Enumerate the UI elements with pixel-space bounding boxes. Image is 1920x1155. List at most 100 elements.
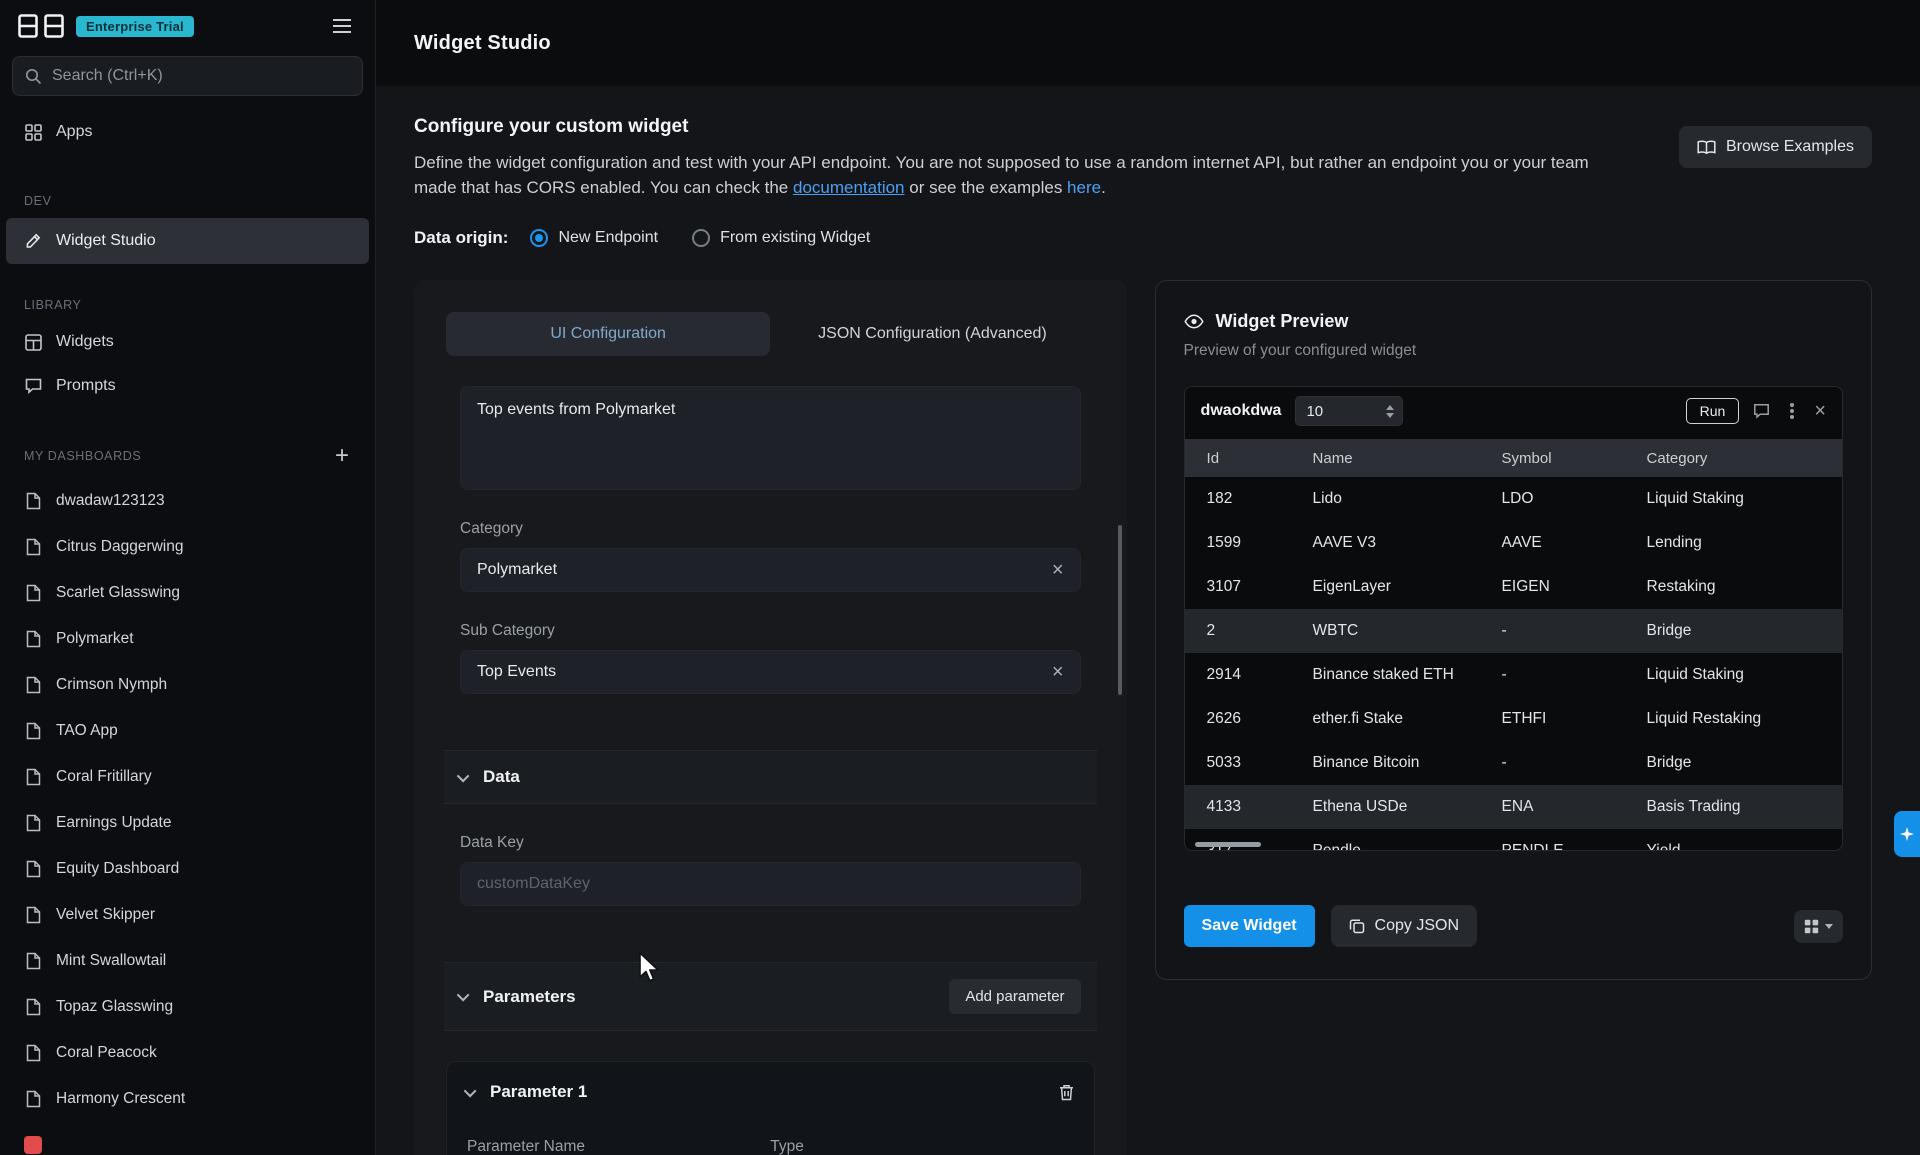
table-row[interactable]: 182LidoLDOLiquid Staking [1185, 477, 1842, 521]
widget-name: dwaokdwa [1201, 402, 1282, 420]
dashboard-label: Earnings Update [56, 814, 171, 832]
table-row[interactable]: 1599AAVE V3AAVELending [1185, 521, 1842, 565]
kebab-menu-icon[interactable] [1790, 409, 1794, 413]
menu-icon[interactable] [329, 15, 355, 37]
sidebar-item-widgets[interactable]: Widgets [0, 320, 375, 364]
parameter-1-header[interactable]: Parameter 1 [461, 1062, 1080, 1118]
sidebar-dashboard-item[interactable]: Crimson Nymph [0, 662, 375, 708]
table-row[interactable]: 2914Binance staked ETH-Liquid Staking [1185, 653, 1842, 697]
subcategory-label: Sub Category [460, 622, 1081, 640]
feedback-icon[interactable] [1753, 403, 1770, 419]
run-button[interactable]: Run [1686, 398, 1740, 424]
topbar: Widget Studio [376, 0, 1920, 86]
count-input[interactable]: 10 [1295, 396, 1403, 426]
dashboard-label: Topaz Glasswing [56, 998, 173, 1016]
table-row[interactable]: 5033Binance Bitcoin-Bridge [1185, 741, 1842, 785]
column-header: Id [1185, 439, 1291, 477]
search-input[interactable]: Search (Ctrl+K) [12, 56, 363, 96]
dashboard-label: Polymarket [56, 630, 134, 648]
intro-description: Define the widget configuration and test… [414, 150, 1604, 200]
parameters-section-header[interactable]: Parameters Add parameter [444, 962, 1097, 1031]
save-widget-button[interactable]: Save Widget [1184, 905, 1315, 947]
clear-icon[interactable]: × [1052, 560, 1064, 580]
sidebar-dashboard-item[interactable]: Velvet Skipper [0, 892, 375, 938]
radio-from-existing-widget[interactable]: From existing Widget [692, 229, 870, 247]
sidebar-dashboard-item[interactable]: Citrus Daggerwing [0, 524, 375, 570]
page-title: Widget Studio [414, 32, 551, 55]
data-key-input[interactable]: customDataKey [460, 862, 1081, 906]
sidebar-dashboard-item[interactable]: Equity Dashboard [0, 846, 375, 892]
sidebar-dashboard-item[interactable]: TAO App [0, 708, 375, 754]
delete-parameter-icon[interactable] [1059, 1084, 1074, 1101]
sidebar-dashboard-item[interactable]: Mint Swallowtail [0, 938, 375, 984]
preview-table-head-row: IdNameSymbolCategory [1185, 439, 1842, 477]
subcategory-input[interactable]: Top Events × [460, 650, 1081, 694]
close-icon[interactable]: × [1814, 401, 1826, 421]
table-row[interactable]: 2WBTC-Bridge [1185, 609, 1842, 653]
category-input[interactable]: Polymarket × [460, 548, 1081, 592]
main: Widget Studio Configure your custom widg… [376, 0, 1920, 1155]
file-icon [24, 906, 42, 924]
copy-json-button[interactable]: Copy JSON [1331, 905, 1477, 947]
sparkle-icon [1900, 827, 1914, 841]
description-textarea[interactable]: Top events from Polymarket [460, 386, 1081, 490]
preview-actions: Save Widget Copy JSON [1184, 905, 1843, 947]
data-origin-row: Data origin: New Endpoint From existing … [414, 228, 1872, 248]
layout-options-button[interactable] [1794, 910, 1843, 943]
sidebar-dashboard-item[interactable]: Coral Peacock [0, 1030, 375, 1076]
file-icon [24, 538, 42, 556]
table-scrollbar[interactable] [1195, 842, 1261, 847]
config-scrollbar[interactable] [1118, 525, 1122, 695]
radio-new-endpoint[interactable]: New Endpoint [530, 229, 658, 247]
table-row[interactable]: 2626ether.fi StakeETHFILiquid Restaking [1185, 697, 1842, 741]
table-row[interactable]: 317PendlePENDLEYield [1185, 829, 1842, 851]
widget-studio-label: Widget Studio [56, 232, 156, 250]
file-icon [24, 860, 42, 878]
widget-toolbar: dwaokdwa 10 Run × [1185, 387, 1842, 435]
add-parameter-button[interactable]: Add parameter [949, 979, 1080, 1014]
sidebar-dashboard-item[interactable]: Scarlet Glasswing [0, 570, 375, 616]
sidebar-dashboard-item[interactable]: Polymarket [0, 616, 375, 662]
data-section-header[interactable]: Data [444, 750, 1097, 804]
examples-link[interactable]: here [1067, 178, 1101, 197]
tab-json-configuration[interactable]: JSON Configuration (Advanced) [770, 312, 1094, 356]
sidebar-dashboard-item[interactable]: Harmony Crescent [0, 1076, 375, 1122]
sidebar-item-apps[interactable]: Apps [0, 110, 375, 154]
dashboard-label: Crimson Nymph [56, 676, 167, 694]
sidebar-dashboard-item[interactable]: Topaz Glasswing [0, 984, 375, 1030]
sidebar-dashboard-item[interactable]: Earnings Update [0, 800, 375, 846]
sidebar-dashboard-item-partial[interactable] [0, 1122, 375, 1155]
sidebar-item-prompts[interactable]: Prompts [0, 364, 375, 408]
sidebar-item-widget-studio[interactable]: Widget Studio [6, 218, 369, 264]
stepper-icon[interactable] [1386, 405, 1394, 418]
column-header: Symbol [1480, 439, 1625, 477]
table-row[interactable]: 4133Ethena USDeENABasis Trading [1185, 785, 1842, 829]
tab-ui-configuration[interactable]: UI Configuration [446, 312, 770, 356]
book-icon [1697, 140, 1716, 155]
assistant-fab-button[interactable] [1894, 811, 1920, 857]
eye-icon [1184, 314, 1204, 329]
red-file-icon [24, 1136, 42, 1154]
preview-title: Widget Preview [1216, 311, 1349, 332]
apps-label: Apps [56, 123, 92, 141]
widgets-label: Widgets [56, 333, 114, 351]
add-dashboard-button[interactable]: + [335, 444, 349, 468]
radio-selected-icon [530, 229, 548, 247]
data-origin-label: Data origin: [414, 228, 508, 248]
dashboard-label: dwadaw123123 [56, 492, 165, 510]
chevron-down-icon [457, 989, 470, 1002]
section-label-dev: DEV [0, 194, 375, 208]
sidebar-dashboard-item[interactable]: dwadaw123123 [0, 478, 375, 524]
section-label-library: LIBRARY [0, 298, 375, 312]
clear-icon[interactable]: × [1052, 662, 1064, 682]
sidebar-dashboard-item[interactable]: Coral Fritillary [0, 754, 375, 800]
documentation-link[interactable]: documentation [793, 178, 905, 197]
dashboard-label: Velvet Skipper [56, 906, 155, 924]
table-row[interactable]: 3107EigenLayerEIGENRestaking [1185, 565, 1842, 609]
browse-examples-button[interactable]: Browse Examples [1679, 126, 1872, 168]
preview-table: IdNameSymbolCategory 182LidoLDOLiquid St… [1185, 439, 1842, 851]
widget-preview-card: dwaokdwa 10 Run × IdName [1184, 386, 1843, 851]
app-logo-icon[interactable] [18, 14, 64, 38]
radio-unselected-icon [692, 229, 710, 247]
column-header: Name [1291, 439, 1480, 477]
